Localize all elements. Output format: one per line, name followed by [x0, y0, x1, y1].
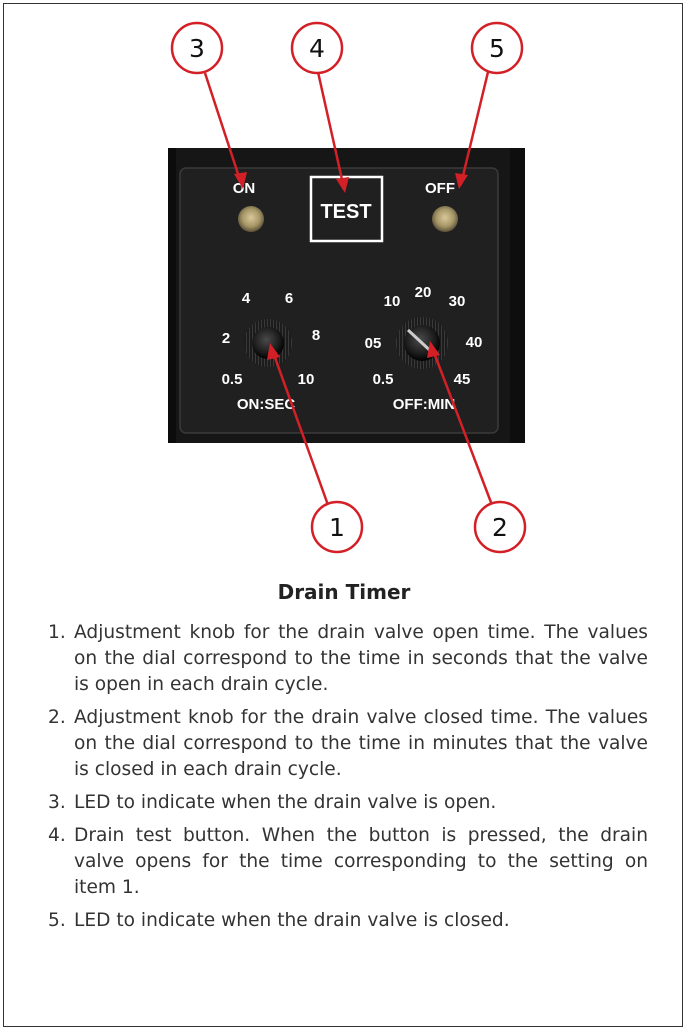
legend-item-text: Adjustment knob for the drain valve open…	[74, 622, 648, 695]
callout-1: 1	[310, 500, 364, 554]
legend-item-text: LED to indicate when the drain valve is …	[74, 792, 497, 813]
legend-item-number: 1.	[48, 622, 66, 643]
callout-5: 5	[470, 21, 524, 75]
on-led	[238, 206, 264, 232]
legend-item-number: 4.	[48, 825, 66, 846]
callout-1-number: 1	[329, 513, 345, 542]
legend-item-text: Adjustment knob for the drain valve clos…	[74, 707, 648, 780]
off-dial-tick-45: 45	[454, 371, 471, 388]
legend-item-number: 3.	[48, 792, 66, 813]
callout-2-number: 2	[492, 513, 508, 542]
on-dial-tick-2: 2	[222, 330, 230, 347]
off-led	[432, 206, 458, 232]
callout-3-number: 3	[189, 34, 205, 63]
off-dial-caption: OFF:MIN	[393, 396, 455, 413]
legend-item: 3. LED to indicate when the drain valve i…	[48, 790, 648, 816]
legend-item: 5. LED to indicate when the drain valve i…	[48, 908, 648, 934]
callout-2: 2	[473, 500, 527, 554]
off-dial-tick-0-5: 0.5	[373, 371, 394, 388]
off-dial-tick-05: 05	[365, 335, 382, 352]
callout-5-number: 5	[489, 34, 505, 63]
legend-item: 1. Adjustment knob for the drain valve op…	[48, 620, 648, 698]
legend-item: 2. Adjustment knob for the drain valve cl…	[48, 705, 648, 783]
on-dial-tick-10: 10	[298, 371, 315, 388]
figure-caption: Drain Timer	[277, 580, 411, 604]
on-dial-tick-0-5: 0.5	[222, 371, 243, 388]
legend-item: 4. Drain test button. When the button is …	[48, 823, 648, 901]
timer-photo	[168, 148, 525, 443]
callout-3: 3	[170, 21, 224, 75]
off-dial-tick-30: 30	[449, 293, 466, 310]
callout-4-number: 4	[309, 34, 325, 63]
on-dial-tick-6: 6	[285, 290, 293, 307]
legend-list: 1. Adjustment knob for the drain valve op…	[48, 620, 648, 941]
legend-item-number: 2.	[48, 707, 66, 728]
drain-timer-figure: ON TEST OFF 0.5 2 4 6 8 10 ON:SEC 0.5 05…	[168, 21, 527, 554]
legend-item-text: LED to indicate when the drain valve is …	[74, 910, 510, 931]
on-dial-caption: ON:SEC	[237, 396, 296, 413]
on-dial-tick-8: 8	[312, 327, 320, 344]
off-dial-tick-40: 40	[466, 334, 483, 351]
legend-item-text: Drain test button. When the button is pr…	[74, 825, 648, 898]
on-dial-tick-4: 4	[242, 290, 251, 307]
off-dial-tick-20: 20	[415, 284, 432, 301]
test-button-label: TEST	[320, 201, 371, 223]
callout-4: 4	[290, 21, 344, 75]
off-led-label: OFF	[425, 180, 455, 197]
off-dial-tick-10: 10	[384, 293, 401, 310]
legend-item-number: 5.	[48, 910, 66, 931]
